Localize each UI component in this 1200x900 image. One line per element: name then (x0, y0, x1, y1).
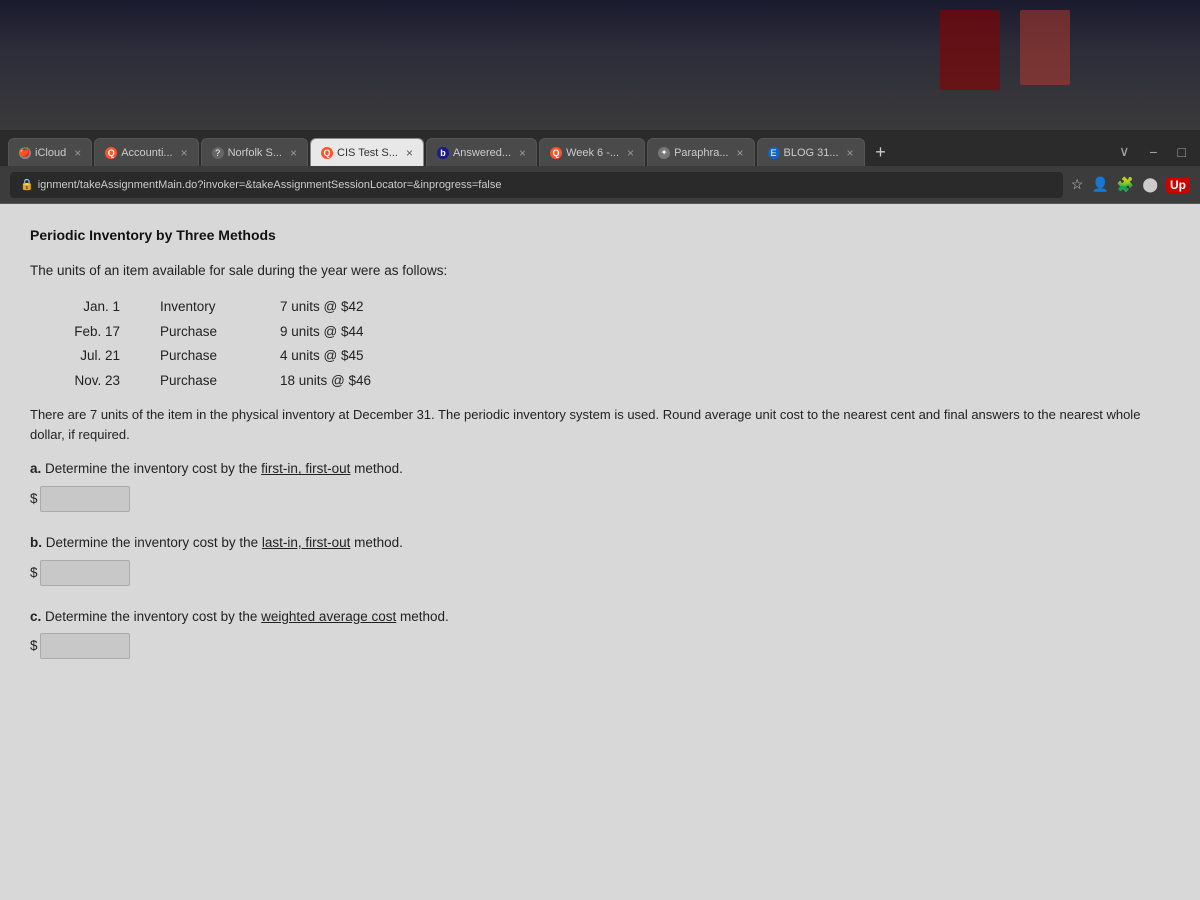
question-suffix-b: method. (350, 535, 403, 550)
answer-input-a[interactable] (40, 486, 130, 512)
tab-close-icloud[interactable]: × (74, 146, 81, 160)
tab-close-paraphra[interactable]: × (736, 146, 743, 160)
question-icon: ? (212, 147, 224, 159)
tab-label: Week 6 -... (566, 147, 619, 159)
tab-paraphra[interactable]: ✦ Paraphra... × (647, 138, 754, 166)
inv-amount-2: 9 units @ $44 (280, 321, 364, 343)
paraphra-icon: ✦ (658, 147, 670, 159)
tab-label: iCloud (35, 147, 66, 159)
question-text-b: Determine the inventory cost by the (46, 535, 262, 550)
question-prefix-c: c. (30, 609, 41, 624)
new-tab-button[interactable]: + (867, 138, 895, 166)
tab-close-week6[interactable]: × (627, 146, 634, 160)
user-icon[interactable]: 👤 (1091, 176, 1108, 193)
inventory-table: Jan. 1 Inventory 7 units @ $42 Feb. 17 P… (60, 296, 1170, 391)
inventory-row: Nov. 23 Purchase 18 units @ $46 (60, 370, 1170, 392)
inv-date-4: Nov. 23 (60, 370, 120, 392)
dollar-sign-a: $ (30, 488, 38, 510)
question-underline-c: weighted average cost (261, 609, 396, 624)
inv-date-3: Jul. 21 (60, 345, 120, 367)
tab-close-answered[interactable]: × (519, 146, 526, 160)
tab-blog31[interactable]: E BLOG 31... × (757, 138, 865, 166)
tab-close-norfolk[interactable]: × (290, 146, 297, 160)
tab-label: BLOG 31... (784, 147, 839, 159)
dollar-sign-b: $ (30, 562, 38, 584)
tab-cis-test[interactable]: Q CIS Test S... × (310, 138, 424, 166)
question-underline-b: last-in, first-out (262, 535, 351, 550)
question-text-c: Determine the inventory cost by the (45, 609, 261, 624)
inv-amount-1: 7 units @ $42 (280, 296, 364, 318)
dollar-input-row-a: $ (30, 486, 1170, 512)
url-text: ignment/takeAssignmentMain.do?invoker=&t… (38, 179, 502, 191)
tab-label: Paraphra... (674, 147, 728, 159)
maximize-button[interactable]: □ (1172, 142, 1192, 162)
inv-amount-4: 18 units @ $46 (280, 370, 371, 392)
tab-close-cis[interactable]: × (406, 146, 413, 160)
brave-icon: Q (105, 147, 117, 159)
star-icon[interactable]: ☆ (1071, 176, 1084, 193)
inventory-row: Jan. 1 Inventory 7 units @ $42 (60, 296, 1170, 318)
address-bar: 🔒 ignment/takeAssignmentMain.do?invoker=… (0, 166, 1200, 204)
question-prefix-a: a. (30, 461, 41, 476)
inv-type-2: Purchase (160, 321, 240, 343)
inv-type-1: Inventory (160, 296, 240, 318)
question-label-c: c. Determine the inventory cost by the w… (30, 606, 1170, 628)
apple-icon: 🍎 (19, 147, 31, 159)
intro-text: The units of an item available for sale … (30, 260, 1170, 282)
brave-icon-week6: Q (550, 147, 562, 159)
tab-norfolk[interactable]: ? Norfolk S... × (201, 138, 308, 166)
inv-date-2: Feb. 17 (60, 321, 120, 343)
tab-controls: ∨ − □ (1113, 141, 1192, 166)
description-text: There are 7 units of the item in the phy… (30, 405, 1170, 444)
question-underline-a: first-in, first-out (261, 461, 350, 476)
dollar-input-row-c: $ (30, 633, 1170, 659)
question-section-c: c. Determine the inventory cost by the w… (30, 606, 1170, 660)
dollar-input-row-b: $ (30, 560, 1170, 586)
inventory-row: Jul. 21 Purchase 4 units @ $45 (60, 345, 1170, 367)
page-title: Periodic Inventory by Three Methods (30, 224, 1170, 246)
tab-label: Norfolk S... (228, 147, 282, 159)
question-section-a: a. Determine the inventory cost by the f… (30, 458, 1170, 512)
question-prefix-b: b. (30, 535, 42, 550)
minimize-button[interactable]: − (1143, 142, 1163, 162)
inv-type-4: Purchase (160, 370, 240, 392)
profile-icon[interactable]: ⬤ (1142, 176, 1158, 193)
lock-icon: 🔒 (20, 178, 34, 191)
dollar-sign-c: $ (30, 635, 38, 657)
address-bar-right-icons: ☆ 👤 🧩 ⬤ Up (1071, 176, 1190, 193)
tab-icloud[interactable]: 🍎 iCloud × (8, 138, 92, 166)
browser-chrome: 🍎 iCloud × Q Accounti... × ? Norfolk S..… (0, 130, 1200, 204)
tab-week6[interactable]: Q Week 6 -... × (539, 138, 645, 166)
top-photo-area (0, 0, 1200, 130)
question-suffix-c: method. (396, 609, 449, 624)
tab-answered[interactable]: b Answered... × (426, 138, 537, 166)
tab-accounts[interactable]: Q Accounti... × (94, 138, 198, 166)
extensions-icon[interactable]: 🧩 (1117, 176, 1134, 193)
url-box[interactable]: 🔒 ignment/takeAssignmentMain.do?invoker=… (10, 172, 1063, 198)
tab-label: Accounti... (121, 147, 172, 159)
inv-amount-3: 4 units @ $45 (280, 345, 364, 367)
inventory-row: Feb. 17 Purchase 9 units @ $44 (60, 321, 1170, 343)
blog-icon: E (768, 147, 780, 159)
question-section-b: b. Determine the inventory cost by the l… (30, 532, 1170, 586)
question-suffix-a: method. (350, 461, 403, 476)
tab-close-blog31[interactable]: × (847, 146, 854, 160)
page-content: Periodic Inventory by Three Methods The … (0, 204, 1200, 900)
b-icon: b (437, 147, 449, 159)
inv-type-3: Purchase (160, 345, 240, 367)
inv-date-1: Jan. 1 (60, 296, 120, 318)
question-text-a: Determine the inventory cost by the (45, 461, 261, 476)
answer-input-b[interactable] (40, 560, 130, 586)
tab-bar: 🍎 iCloud × Q Accounti... × ? Norfolk S..… (0, 130, 1200, 166)
tab-label: CIS Test S... (337, 147, 398, 159)
question-label-b: b. Determine the inventory cost by the l… (30, 532, 1170, 554)
tab-list-button[interactable]: ∨ (1113, 141, 1135, 162)
answer-input-c[interactable] (40, 633, 130, 659)
ublock-icon[interactable]: Up (1166, 177, 1190, 193)
tab-label: Answered... (453, 147, 511, 159)
tab-close-accounts[interactable]: × (181, 146, 188, 160)
question-label-a: a. Determine the inventory cost by the f… (30, 458, 1170, 480)
brave-icon-cis: Q (321, 147, 333, 159)
